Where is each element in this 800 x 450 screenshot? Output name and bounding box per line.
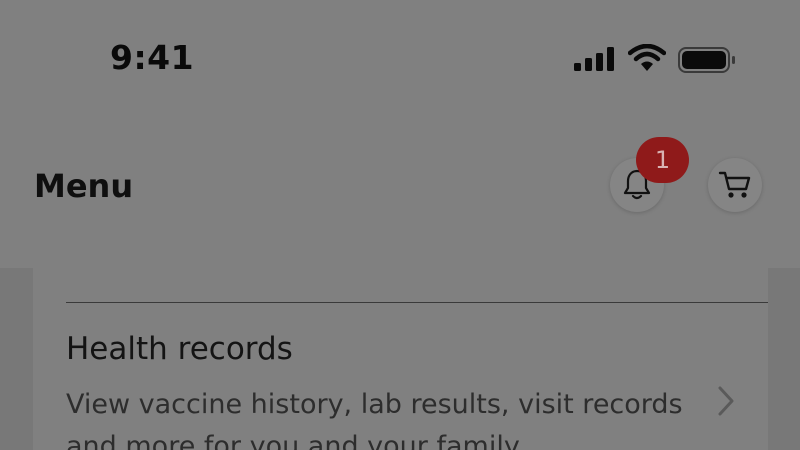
chevron-right-icon[interactable] [712, 384, 740, 418]
menu-screen: 9:41 Menu 1 Health records View vaccine … [0, 0, 800, 450]
status-time: 9:41 [110, 38, 195, 77]
page-title: Menu [34, 167, 134, 205]
wifi-icon [628, 44, 666, 71]
battery-icon [678, 47, 735, 73]
menu-item-description[interactable]: View vaccine history, lab results, visit… [66, 384, 686, 450]
cellular-signal-icon [574, 47, 614, 71]
menu-item-title[interactable]: Health records [66, 331, 293, 367]
divider [66, 302, 768, 303]
cart-button[interactable] [708, 158, 762, 212]
notification-badge: 1 [636, 137, 689, 183]
cart-icon [718, 171, 751, 198]
